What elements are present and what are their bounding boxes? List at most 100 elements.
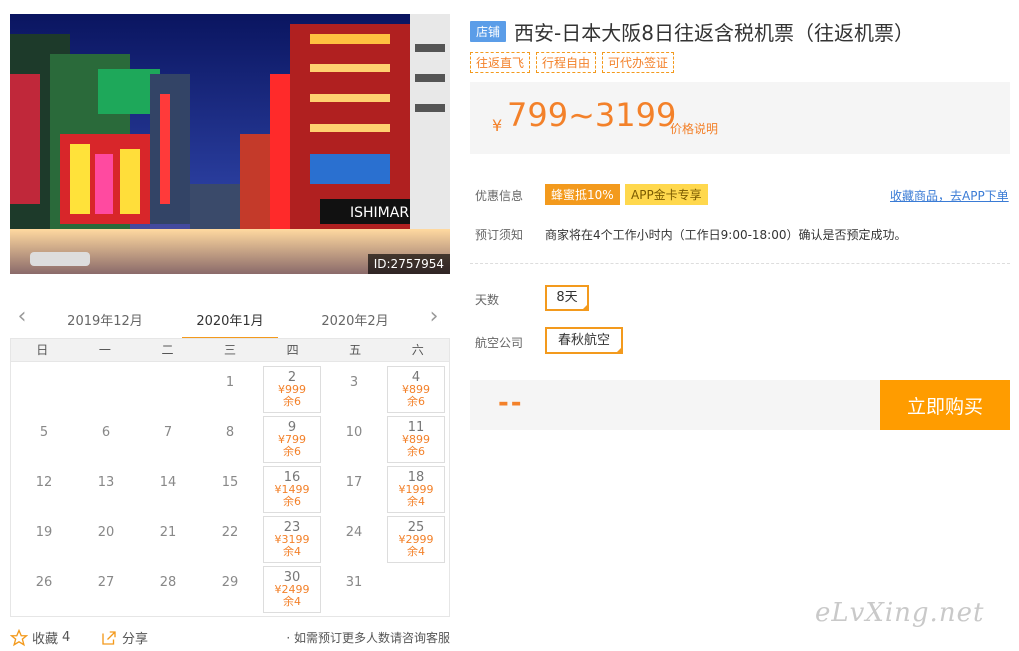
calendar-day: 13 [77,466,135,513]
favorite-app-link[interactable]: 收藏商品，去APP下单 [890,187,1009,204]
favorite-label: 收藏 [32,632,59,647]
price-note-link[interactable]: 价格说明 [670,120,718,137]
prev-month-arrow-icon[interactable]: ‹ [12,306,32,330]
calendar-day[interactable]: 16 ¥1499 余6 [263,466,321,513]
calendar-day: 8 [201,416,259,463]
promo-badge-honey: 蜂蜜抵10% [545,184,620,205]
day-number: 27 [97,575,115,590]
day-number: 1 [225,375,235,390]
day-number: 8 [225,425,235,440]
calendar-day[interactable]: 9 ¥799 余6 [263,416,321,463]
shop-badge[interactable]: 店铺 [470,20,507,42]
weekday-label: 四 [286,343,299,357]
calendar-grid: 1 2 ¥999 余6 3 4 ¥899 余6 5 6 7 8 9 ¥799 余6 10 11 ¥899 余6 12 1… [10,362,450,617]
calendar-day: 29 [201,566,259,613]
share-button[interactable]: 分享 [100,628,148,647]
calendar-day: 20 [77,516,135,563]
calendar-day[interactable]: 23 ¥3199 余4 [263,516,321,563]
calendar-day: 7 [139,416,197,463]
day-number: 24 [345,525,363,540]
day-number: 29 [221,575,239,590]
calendar-day: 17 [325,466,383,513]
section-divider [470,263,1010,264]
day-number: 19 [35,525,53,540]
day-remaining: 余6 [407,445,425,458]
day-remaining: 余4 [283,595,301,608]
night-street-illustration: ISHIMAR [10,14,450,274]
product-tags: 往返直飞 行程自由 可代办签证 [470,52,675,73]
watermark-logo: eLvXing.net [815,598,985,628]
product-photo: ISHIMAR ID:2757954 [10,14,450,274]
calendar-day[interactable]: 25 ¥2999 余4 [387,516,445,563]
calendar-day: 31 [325,566,383,613]
photo-id-label: ID:2757954 [367,254,450,274]
svg-text:ISHIMAR: ISHIMAR [350,205,409,221]
weekday-label: 二 [161,343,174,357]
day-number: 13 [97,475,115,490]
day-remaining: 余6 [283,445,301,458]
day-remaining: 余6 [283,495,301,508]
price-range: 799~3199 [507,96,677,134]
tag-visa-service: 可代办签证 [602,52,675,73]
days-option[interactable]: 8天 [545,285,589,311]
calendar-day: 21 [139,516,197,563]
day-number: 21 [159,525,177,540]
calendar-day: 15 [201,466,259,513]
tab-next-month[interactable]: 2020年2月 [310,310,400,329]
day-number: 12 [35,475,53,490]
calendar-day[interactable]: 30 ¥2499 余4 [263,566,321,613]
calendar-day: 24 [325,516,383,563]
tag-direct-flight: 往返直飞 [470,52,531,73]
calendar-day: 5 [15,416,73,463]
tag-free-itinerary: 行程自由 [536,52,597,73]
next-month-arrow-icon[interactable]: › [424,306,444,330]
weekday-label: 日 [36,343,49,357]
day-number: 3 [349,375,359,390]
day-number: 17 [345,475,363,490]
product-title-row: 店铺 西安-日本大阪8日往返含税机票（往返机票） [470,16,1010,46]
favorite-count: 4 [62,630,71,645]
weekday-label: 一 [98,343,111,357]
calendar-day: 22 [201,516,259,563]
favorite-button[interactable]: 收藏 4 [10,628,70,647]
weekday-label: 六 [411,343,424,357]
tab-current-month[interactable]: 2020年1月 [182,310,278,339]
day-number: 10 [345,425,363,440]
calendar-day[interactable]: 18 ¥1999 余4 [387,466,445,513]
calendar-day: 1 [201,366,259,413]
bottom-actions: 收藏 4 分享 · 如需预订更多人数请咨询客服 [10,628,450,648]
promo-label: 优惠信息 [475,189,524,203]
day-remaining: 余6 [407,395,425,408]
day-number: 28 [159,575,177,590]
calendar-day: 27 [77,566,135,613]
buy-now-button[interactable]: 立即购买 [880,380,1010,430]
calendar-day: 10 [325,416,383,463]
airline-label: 航空公司 [475,336,524,350]
calendar-day: 6 [77,416,135,463]
calendar-month-nav: ‹ 2019年12月 2020年1月 2020年2月 › [10,300,450,339]
product-title: 西安-日本大阪8日往返含税机票（往返机票） [514,20,914,45]
calendar-day: 3 [325,366,383,413]
price-box: ¥ 799~3199 价格说明 [470,82,1010,154]
day-remaining: 余4 [407,545,425,558]
calendar-day[interactable]: 4 ¥899 余6 [387,366,445,413]
day-number: 20 [97,525,115,540]
total-price-bar: -- [470,380,880,430]
weekday-label: 五 [349,343,362,357]
calendar-day[interactable]: 2 ¥999 余6 [263,366,321,413]
booking-note: · 如需预订更多人数请咨询客服 [286,631,450,645]
day-number: 26 [35,575,53,590]
calendar-day[interactable]: 11 ¥899 余6 [387,416,445,463]
day-number: 31 [345,575,363,590]
calendar-day: 12 [15,466,73,513]
tab-prev-month[interactable]: 2019年12月 [60,310,150,329]
total-price: -- [498,388,524,418]
calendar-day: 28 [139,566,197,613]
day-number: 14 [159,475,177,490]
calendar-day: 26 [15,566,73,613]
calendar-day: 14 [139,466,197,513]
calendar-day: 19 [15,516,73,563]
day-number: 15 [221,475,239,490]
airline-option[interactable]: 春秋航空 [545,327,623,354]
day-number: 6 [101,425,111,440]
